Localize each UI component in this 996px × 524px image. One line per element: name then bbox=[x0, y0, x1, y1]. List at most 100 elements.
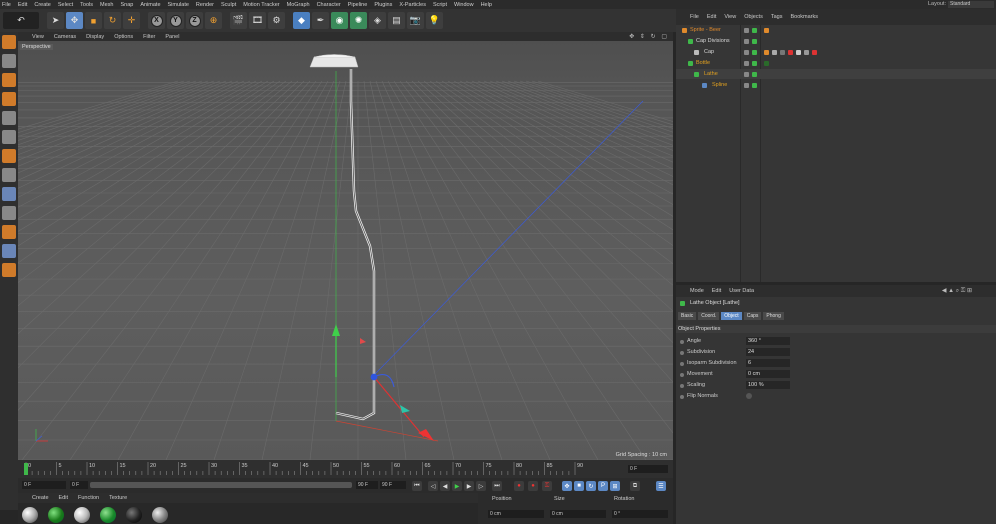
selection-tag-icon[interactable] bbox=[788, 50, 793, 55]
material-tag-icon[interactable] bbox=[780, 50, 785, 55]
preview-range-slider[interactable] bbox=[90, 482, 352, 488]
om-menu-view[interactable]: View bbox=[724, 14, 736, 20]
viewport-menu-options[interactable]: Options bbox=[114, 34, 133, 40]
animation-dot-icon[interactable] bbox=[680, 395, 684, 399]
scaling-field[interactable]: 100 % bbox=[746, 381, 790, 389]
menu-sculpt[interactable]: Sculpt bbox=[221, 2, 236, 8]
enabled-check-icon[interactable] bbox=[752, 72, 757, 77]
tweak-mode-button[interactable] bbox=[2, 187, 16, 201]
move-tool-button[interactable]: ✥ bbox=[66, 12, 83, 29]
rotation-h-field[interactable]: 0 ° bbox=[612, 510, 668, 518]
material-tag-icon-3[interactable] bbox=[804, 50, 809, 55]
material-menu-edit[interactable]: Edit bbox=[59, 495, 68, 501]
points-mode-button[interactable] bbox=[2, 111, 16, 125]
render-view-button[interactable]: 🎬 bbox=[230, 12, 247, 29]
material-swatch-1[interactable] bbox=[22, 507, 38, 523]
cube-button[interactable]: ◆ bbox=[293, 12, 310, 29]
tag-icon[interactable] bbox=[764, 28, 769, 33]
model-mode-button[interactable] bbox=[2, 54, 16, 68]
undo-button[interactable]: ↶ bbox=[3, 12, 39, 29]
perspective-viewport[interactable]: Perspective Grid Spacing : 10 cm bbox=[18, 41, 673, 460]
max-frame-field[interactable]: 90 F bbox=[380, 481, 406, 489]
am-menu-user-data[interactable]: User Data bbox=[729, 288, 754, 294]
snap-button[interactable] bbox=[2, 206, 16, 220]
workplane-mode-button[interactable] bbox=[2, 92, 16, 106]
om-menu-file[interactable]: File bbox=[690, 14, 699, 20]
visibility-toggle-icon[interactable] bbox=[744, 72, 749, 77]
object-row-cap[interactable]: Cap bbox=[676, 47, 996, 57]
key-scale-button[interactable]: ■ bbox=[574, 481, 584, 491]
tab-phong[interactable]: Phong bbox=[763, 312, 784, 320]
menu-simulate[interactable]: Simulate bbox=[168, 2, 189, 8]
phong-tag-icon[interactable] bbox=[764, 50, 769, 55]
animation-dot-icon[interactable] bbox=[680, 351, 684, 355]
edges-mode-button[interactable] bbox=[2, 130, 16, 144]
keyframe-selection-button[interactable]: ⚿ bbox=[542, 481, 552, 491]
y-axis-lock-button[interactable]: Y bbox=[167, 12, 184, 29]
material-swatch-3[interactable] bbox=[74, 507, 90, 523]
enabled-check-icon[interactable] bbox=[752, 28, 757, 33]
visibility-toggle-icon[interactable] bbox=[744, 83, 749, 88]
min-frame-field[interactable]: 0 F bbox=[70, 481, 88, 489]
texture-mode-button[interactable] bbox=[2, 73, 16, 87]
visibility-toggle-icon[interactable] bbox=[744, 28, 749, 33]
tab-object[interactable]: Object bbox=[721, 312, 742, 320]
animation-dot-icon[interactable] bbox=[680, 340, 684, 344]
viewport-menu-display[interactable]: Display bbox=[86, 34, 104, 40]
menu-help[interactable]: Help bbox=[481, 2, 492, 8]
cloner-button[interactable]: ✺ bbox=[350, 12, 367, 29]
timeline-ruler[interactable]: 0 5 10 15 20 25 30 35 40 45 50 55 60 65 70 75 80 85 90 0 F bbox=[18, 460, 673, 478]
animation-dot-icon[interactable] bbox=[680, 362, 684, 366]
material-swatch-6[interactable] bbox=[152, 507, 168, 523]
angle-field[interactable]: 360 ° bbox=[746, 337, 790, 345]
am-nav-icons[interactable]: ◀ ▲ ⌕ ⚿ ⊞ bbox=[942, 287, 972, 295]
menu-script[interactable]: Script bbox=[433, 2, 447, 8]
camera-button[interactable]: 📷 bbox=[407, 12, 424, 29]
key-rotation-button[interactable]: ↻ bbox=[586, 481, 596, 491]
enabled-check-icon[interactable] bbox=[752, 83, 757, 88]
menu-snap[interactable]: Snap bbox=[120, 2, 133, 8]
object-row-bottle[interactable]: Bottle bbox=[676, 58, 996, 68]
viewport-menu-panel[interactable]: Panel bbox=[165, 34, 179, 40]
record-keys-button[interactable]: ● bbox=[514, 481, 524, 491]
menu-pipeline[interactable]: Pipeline bbox=[348, 2, 368, 8]
key-parameter-button[interactable]: P bbox=[598, 481, 608, 491]
autokey-button[interactable]: ● bbox=[528, 481, 538, 491]
previous-frame-button[interactable]: ◀ bbox=[440, 481, 450, 491]
material-tag-icon[interactable] bbox=[764, 61, 769, 66]
movement-field[interactable]: 0 cm bbox=[746, 370, 790, 378]
render-settings-button[interactable]: ⚙ bbox=[268, 12, 285, 29]
menu-x-particles[interactable]: X-Particles bbox=[399, 2, 426, 8]
floor-button[interactable]: ▤ bbox=[388, 12, 405, 29]
visibility-toggle-icon[interactable] bbox=[744, 61, 749, 66]
material-menu-create[interactable]: Create bbox=[32, 495, 49, 501]
spline-pen-button[interactable]: ✒ bbox=[312, 12, 329, 29]
menu-mograph[interactable]: MoGraph bbox=[287, 2, 310, 8]
current-frame-field[interactable]: 0 F bbox=[22, 481, 66, 489]
material-menu-function[interactable]: Function bbox=[78, 495, 99, 501]
enabled-check-icon[interactable] bbox=[752, 50, 757, 55]
timeline-button[interactable]: ☰ bbox=[656, 481, 666, 491]
menu-file[interactable]: File bbox=[2, 2, 11, 8]
om-menu-edit[interactable]: Edit bbox=[707, 14, 716, 20]
axis-mode-button[interactable] bbox=[2, 168, 16, 182]
object-row-lathe[interactable]: Lathe bbox=[676, 69, 996, 79]
previous-key-button[interactable]: ◁ bbox=[428, 481, 438, 491]
menu-plugins[interactable]: Plugins bbox=[374, 2, 392, 8]
material-swatch-5[interactable] bbox=[126, 507, 142, 523]
end-frame-field[interactable]: 0 F bbox=[628, 465, 668, 473]
menu-character[interactable]: Character bbox=[317, 2, 341, 8]
viewport-nav-icons[interactable]: ✥ ⇕ ↻ ▢ bbox=[629, 33, 669, 40]
menu-mesh[interactable]: Mesh bbox=[100, 2, 113, 8]
menu-motion-tracker[interactable]: Motion Tracker bbox=[243, 2, 279, 8]
recent-tool-button[interactable]: ✛ bbox=[123, 12, 140, 29]
animation-dot-icon[interactable] bbox=[680, 384, 684, 388]
menu-tools[interactable]: Tools bbox=[80, 2, 93, 8]
key-position-button[interactable]: ✥ bbox=[562, 481, 572, 491]
menu-edit[interactable]: Edit bbox=[18, 2, 27, 8]
viewport-menu-filter[interactable]: Filter bbox=[143, 34, 155, 40]
flip-normals-checkbox[interactable] bbox=[746, 393, 752, 399]
interpolation-button[interactable]: ⧉ bbox=[630, 481, 640, 491]
material-tag-icon-2[interactable] bbox=[796, 50, 801, 55]
am-menu-edit[interactable]: Edit bbox=[712, 288, 721, 294]
